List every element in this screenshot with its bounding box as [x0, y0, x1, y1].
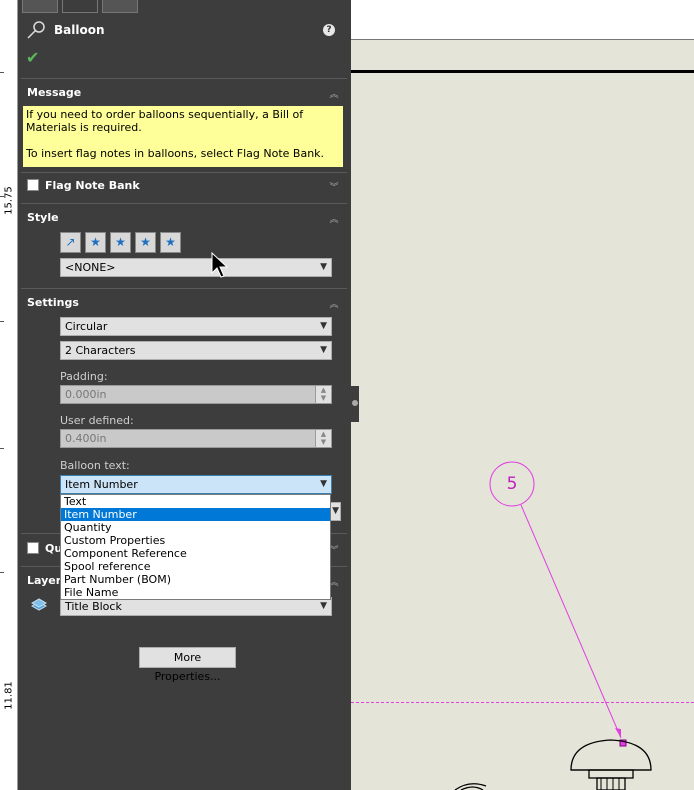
- divider: [21, 78, 347, 79]
- tab-property-manager[interactable]: [62, 0, 98, 13]
- dropdown-option-text[interactable]: Text: [61, 495, 330, 508]
- divider: [21, 288, 347, 289]
- user-defined-input[interactable]: 0.400in: [60, 429, 332, 448]
- chevron-down-icon: ▼: [320, 601, 327, 611]
- chevron-up-icon[interactable]: ︽: [328, 87, 340, 100]
- balloon-size-select[interactable]: 2 Characters ▼: [60, 341, 332, 360]
- style-select[interactable]: <NONE> ▼: [60, 258, 332, 277]
- ruler-tick: [0, 572, 4, 573]
- user-defined-label: User defined:: [60, 414, 134, 427]
- balloon-text-select[interactable]: Item Number ▼: [60, 475, 332, 494]
- dropdown-option-component-reference[interactable]: Component Reference: [61, 547, 330, 560]
- delete-style-button[interactable]: ★: [110, 232, 131, 253]
- message-line: To insert flag notes in balloons, select…: [26, 147, 325, 160]
- message-header: Message: [27, 86, 82, 99]
- chevron-down-icon: ▼: [320, 262, 327, 272]
- dropdown-option-spool-reference[interactable]: Spool reference: [61, 560, 330, 573]
- dropdown-option-file-name[interactable]: File Name: [61, 586, 330, 599]
- ruler-label: 11.81: [3, 681, 15, 710]
- more-properties-button[interactable]: More Properties...: [139, 647, 236, 683]
- panel-title-text: Balloon: [54, 23, 105, 37]
- balloon-number-label[interactable]: 5: [489, 473, 535, 495]
- layer-header: Layer: [27, 574, 62, 587]
- dropdown-option-custom-properties[interactable]: Custom Properties: [61, 534, 330, 547]
- hidden-select-edge[interactable]: ▼: [330, 502, 341, 521]
- settings-header: Settings: [27, 296, 79, 309]
- balloon-size-value: 2 Characters: [65, 344, 136, 357]
- chevron-up-icon[interactable]: ︽: [328, 212, 340, 225]
- divider: [21, 203, 347, 204]
- balloon-text-label: Balloon text:: [60, 459, 130, 472]
- style-select-value: <NONE>: [65, 261, 116, 274]
- manager-tabs: [18, 0, 351, 13]
- balloon-text-dropdown[interactable]: Text Item Number Quantity Custom Propert…: [60, 494, 331, 600]
- divider: [21, 172, 347, 173]
- chevron-down-icon: ▼: [332, 506, 339, 516]
- help-icon[interactable]: ?: [323, 24, 335, 36]
- flag-note-bank-checkbox[interactable]: [27, 179, 39, 191]
- ruler-label: 15.75: [3, 186, 15, 215]
- layer-select-value: Title Block: [65, 600, 122, 613]
- chevron-down-icon: ▼: [320, 479, 327, 489]
- ok-checkmark-icon[interactable]: ✔: [26, 48, 39, 67]
- vertical-ruler: 15.75 11.81: [0, 0, 18, 790]
- balloon-icon: [27, 21, 45, 39]
- save-style-button[interactable]: ★: [135, 232, 156, 253]
- property-manager-panel: Balloon ? ✔ Message ︽ If you need to ord…: [18, 0, 351, 790]
- dropdown-option-quantity[interactable]: Quantity: [61, 521, 330, 534]
- message-box: If you need to order balloons sequential…: [23, 106, 343, 167]
- balloon-leader-line[interactable]: [520, 504, 622, 739]
- padding-input[interactable]: 0.000in: [60, 385, 332, 404]
- part-cap-outline[interactable]: [570, 739, 652, 771]
- chevron-down-icon: ▼: [320, 321, 327, 331]
- quantity-checkbox[interactable]: [27, 542, 39, 554]
- drawing-geometry: [454, 461, 652, 790]
- chevron-down-icon: ▼: [320, 345, 327, 355]
- apply-style-button[interactable]: ↗: [60, 232, 81, 253]
- balloon-shape-value: Circular: [65, 320, 108, 333]
- message-line: If you need to order balloons sequential…: [26, 108, 304, 134]
- panel-title: Balloon: [26, 20, 105, 40]
- ruler-tick: [0, 321, 4, 322]
- style-header: Style: [27, 211, 59, 224]
- tab-configuration-manager[interactable]: [102, 0, 138, 13]
- user-defined-spinner[interactable]: ▲ ▼: [315, 429, 332, 448]
- padding-label: Padding:: [60, 370, 108, 383]
- mouse-cursor-icon: [211, 252, 229, 278]
- dropdown-option-part-number[interactable]: Part Number (BOM): [61, 573, 330, 586]
- layers-icon: [30, 598, 48, 611]
- load-style-button[interactable]: ★: [160, 232, 181, 253]
- part-neck[interactable]: [588, 769, 634, 779]
- flag-note-bank-label: Flag Note Bank: [45, 179, 140, 192]
- balloon-shape-select[interactable]: Circular ▼: [60, 317, 332, 336]
- dropdown-option-item-number[interactable]: Item Number: [61, 508, 330, 521]
- ruler-tick: [0, 448, 4, 449]
- balloon-text-value: Item Number: [65, 478, 138, 491]
- chevron-down-icon[interactable]: ︾: [328, 180, 340, 193]
- drawing-canvas[interactable]: [351, 0, 694, 790]
- ruler-tick: [0, 72, 4, 73]
- padding-spinner[interactable]: ▲ ▼: [315, 385, 332, 404]
- add-style-button[interactable]: ★: [85, 232, 106, 253]
- chevron-up-icon[interactable]: ︽: [328, 297, 340, 310]
- tab-feature-manager[interactable]: [22, 0, 58, 13]
